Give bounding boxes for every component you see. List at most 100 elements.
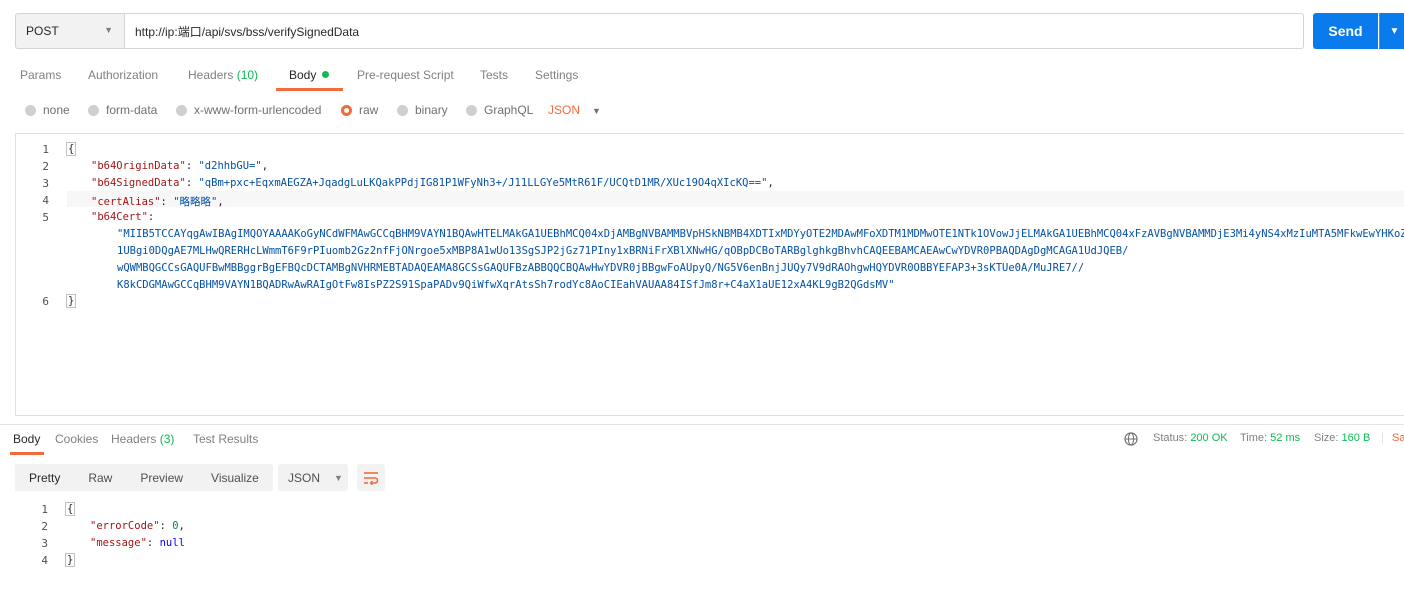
body-format-select[interactable]: JSON ▼ <box>548 103 601 117</box>
chevron-down-icon: ▼ <box>592 106 601 116</box>
json-value-wrapped-line: wQWMBQGCCsGAQUFBwMBBggrBgEFBQcDCTAMBgNVH… <box>117 262 1085 274</box>
json-value-wrapped-line: "MIIB5TCCAYqgAwIBAgIMQOYAAAAKoGyNCdWFMAw… <box>117 228 1404 240</box>
json-value: "qBm+pxc+EqxmAEGZA+JqadgLuLKQakPPdjIG81P… <box>198 177 768 189</box>
chevron-down-icon: ▼ <box>104 25 113 35</box>
tab-params[interactable]: Params <box>20 68 61 90</box>
size-value: 160 B <box>1341 432 1371 444</box>
size-readout: Size: 160 B <box>1314 432 1370 444</box>
tab-label: Pre-request Script <box>357 68 454 82</box>
body-format-label: JSON <box>548 103 581 117</box>
tab-body[interactable]: Body <box>289 68 330 90</box>
tab-count: (3) <box>159 432 175 446</box>
radio-none[interactable]: none <box>25 103 70 117</box>
globe-icon[interactable] <box>1124 432 1138 449</box>
wrap-lines-button[interactable] <box>357 464 385 491</box>
view-preview-button[interactable]: Preview <box>126 464 197 491</box>
method-label: POST <box>26 24 59 38</box>
meta-divider: | <box>1381 432 1384 444</box>
tab-label: Cookies <box>55 432 99 446</box>
code-line: "b64OriginData": "d2hhbGU=", <box>91 160 269 172</box>
line-number: 5 <box>42 211 49 224</box>
tab-tests[interactable]: Tests <box>480 68 508 90</box>
line-number: 1 <box>41 503 48 516</box>
radio-icon <box>397 104 408 116</box>
radio-icon <box>88 104 99 116</box>
active-tab-indicator <box>10 452 44 455</box>
code-line: } <box>65 553 76 567</box>
close-brace: } <box>66 294 77 308</box>
time-value: 52 ms <box>1270 432 1301 444</box>
view-raw-button[interactable]: Raw <box>74 464 126 491</box>
line-number: 4 <box>41 554 48 567</box>
status-label: Status: <box>1153 432 1188 444</box>
tab-headers[interactable]: Headers (10) <box>188 68 258 90</box>
json-key: "b64SignedData" <box>91 177 186 189</box>
response-tab-body[interactable]: Body <box>13 432 40 446</box>
tab-label: Headers <box>111 432 157 446</box>
open-brace: { <box>65 502 76 516</box>
method-select[interactable]: POST ▼ <box>15 13 125 49</box>
radio-x-www-form-urlencoded[interactable]: x-www-form-urlencoded <box>176 103 321 117</box>
status-readout: Status: 200 OK <box>1153 432 1228 444</box>
line-number: 6 <box>42 295 49 308</box>
code-line: { <box>65 502 76 516</box>
open-brace: { <box>66 142 77 156</box>
time-label: Time: <box>1240 432 1268 444</box>
radio-raw[interactable]: raw <box>341 103 378 117</box>
json-value-wrapped-line: 1UBgi0DQgAE7MLHwQRERHcLWmmT6F9rPIuomb2Gz… <box>117 245 1129 257</box>
radio-icon <box>466 104 477 116</box>
size-label: Size: <box>1314 432 1339 444</box>
response-format-select[interactable]: JSON ▼ <box>278 464 348 491</box>
json-key: "errorCode" <box>90 520 160 532</box>
format-label: JSON <box>288 470 321 485</box>
json-value: "略略略" <box>173 196 218 208</box>
view-label: Raw <box>88 470 113 485</box>
radio-label: binary <box>415 103 448 117</box>
tab-label: Body <box>289 68 317 82</box>
response-tab-headers[interactable]: Headers (3) <box>111 432 174 446</box>
response-tab-cookies[interactable]: Cookies <box>55 432 98 446</box>
current-line-highlight <box>67 191 1404 207</box>
line-number: 3 <box>42 177 49 190</box>
request-body-editor[interactable]: 1 2 3 4 5 6 { "b64OriginData": "d2hhbGU=… <box>15 133 1404 416</box>
tab-label: Tests <box>480 68 509 82</box>
close-brace: } <box>65 553 76 567</box>
radio-binary[interactable]: binary <box>397 103 448 117</box>
radio-label: x-www-form-urlencoded <box>194 103 322 117</box>
line-number: 3 <box>41 537 48 550</box>
radio-icon <box>176 104 187 116</box>
pane-divider[interactable] <box>0 424 1404 425</box>
tab-authorization[interactable]: Authorization <box>88 68 158 90</box>
send-options-button[interactable]: ▼ <box>1379 13 1404 49</box>
line-number: 2 <box>41 520 48 533</box>
time-readout: Time: 52 ms <box>1240 432 1300 444</box>
line-number-gutter: 1 2 3 4 5 6 <box>16 134 56 415</box>
response-view-toggle: Pretty Raw Preview Visualize <box>15 464 273 491</box>
view-pretty-button[interactable]: Pretty <box>15 464 75 491</box>
save-response-button[interactable]: Sa <box>1392 432 1404 444</box>
view-label: Pretty <box>29 470 61 485</box>
view-label: Preview <box>140 470 184 485</box>
send-label: Send <box>1328 23 1363 39</box>
url-input[interactable]: http://ip:端口/api/svs/bss/verifySignedDat… <box>124 13 1304 49</box>
view-visualize-button[interactable]: Visualize <box>197 464 273 491</box>
json-value: 0 <box>172 520 179 532</box>
radio-form-data[interactable]: form-data <box>88 103 157 117</box>
line-number: 4 <box>42 194 49 207</box>
radio-label: GraphQL <box>484 103 534 117</box>
tab-label: Params <box>20 68 62 82</box>
json-value-wrapped-line: K8kCDGMAwGCCqBHM9VAYN1BQADRwAwRAIgOtFw8I… <box>117 279 895 291</box>
tab-settings[interactable]: Settings <box>535 68 578 90</box>
line-number: 2 <box>42 160 49 173</box>
code-line: } <box>66 294 77 308</box>
code-line: "b64SignedData": "qBm+pxc+EqxmAEGZA+Jqad… <box>91 177 774 189</box>
code-line: "b64Cert": <box>91 211 155 223</box>
tab-pre-request-script[interactable]: Pre-request Script <box>357 68 454 90</box>
radio-label: raw <box>359 103 379 117</box>
response-tab-test-results[interactable]: Test Results <box>193 432 258 446</box>
response-body-viewer[interactable]: 1 2 3 4 { "errorCode": 0, "message": nul… <box>15 500 1404 602</box>
radio-graphql[interactable]: GraphQL <box>466 103 533 117</box>
send-button[interactable]: Send <box>1313 13 1378 49</box>
save-response-label: Sa <box>1392 432 1404 444</box>
line-number: 1 <box>42 143 49 156</box>
